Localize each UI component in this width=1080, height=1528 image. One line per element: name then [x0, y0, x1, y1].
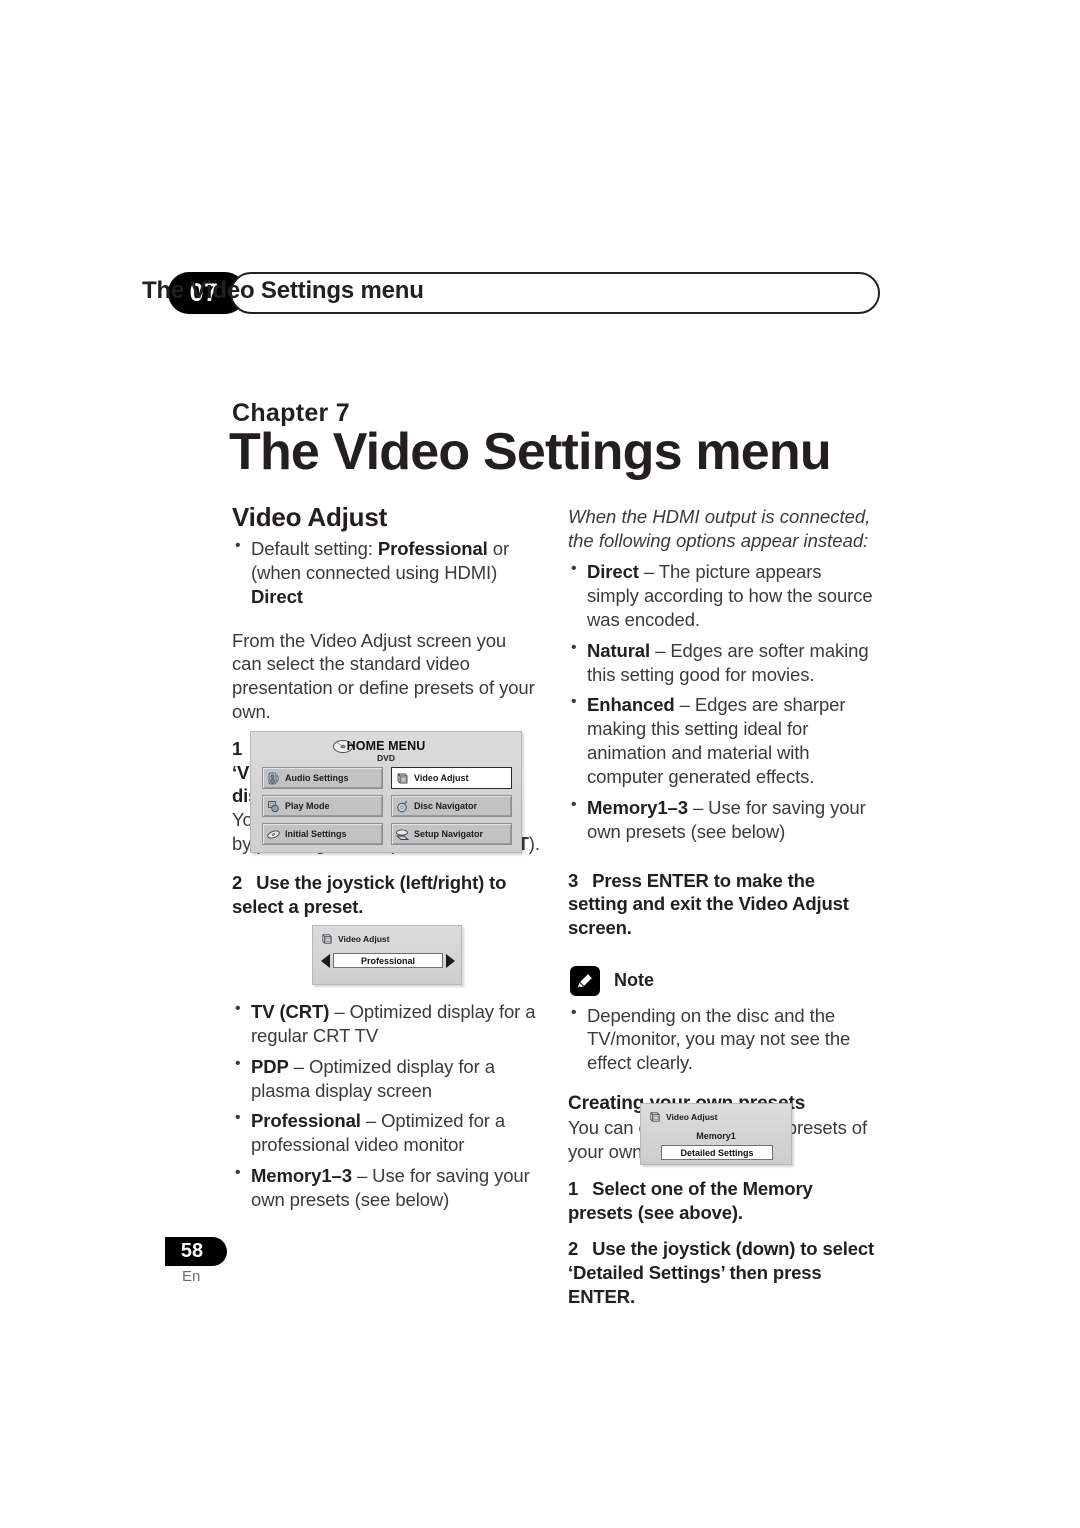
default-setting-lead: Default setting:	[251, 538, 373, 559]
arrow-right-icon[interactable]	[446, 953, 455, 968]
creating-step-2-number: 2	[568, 1238, 579, 1260]
list-item: Professional – Optimized for a professio…	[232, 1108, 540, 1157]
page-language: En	[182, 1268, 201, 1285]
page-title: The Video Settings menu	[229, 423, 832, 481]
osd-detailed-title: Video Adjust	[666, 1112, 718, 1122]
creating-step-1-number: 1	[568, 1177, 579, 1199]
osd-button-play-mode[interactable]: Play Mode	[262, 795, 383, 817]
list-item: PDP – Optimized display for a plasma dis…	[232, 1054, 540, 1103]
creating-step-2: 2 Use the joystick (down) to select ‘Deta…	[568, 1237, 876, 1308]
osd-button-label: Setup Navigator	[414, 829, 484, 839]
page-number-badge: 58	[165, 1237, 227, 1266]
osd-home-menu-title: HOME MENU	[346, 739, 426, 753]
hdmi-option-name: Direct	[587, 561, 639, 583]
osd-home-menu-grid: Audio Settings Video Adjust Play Mode Di…	[262, 767, 512, 845]
osd-detailed-settings-field[interactable]: Detailed Settings	[661, 1145, 773, 1160]
osd-home-menu-screenshot: HOME MENU DVD Audio Settings Video Adjus…	[250, 731, 522, 853]
osd-button-label: Audio Settings	[285, 773, 349, 783]
default-setting-bold-professional: Professional	[377, 538, 488, 559]
default-setting-bold-direct: Direct	[251, 585, 303, 607]
osd-video-adjust-screenshot: Video Adjust Professional	[312, 925, 462, 985]
osd-home-menu-subtitle: DVD	[377, 753, 395, 763]
step-2-number: 2	[232, 872, 243, 893]
list-item: Enhanced – Edges are sharper making this…	[568, 692, 876, 788]
step-3-text: Press ENTER to make the setting and exit…	[568, 869, 849, 938]
creating-step-2-text: Use the joystick (down) to select ‘Detai…	[568, 1238, 875, 1307]
osd-detailed-header: Video Adjust	[648, 1110, 717, 1124]
osd-video-adjust-header: Video Adjust	[320, 932, 389, 946]
osd-button-disc-navigator[interactable]: Disc Navigator	[391, 795, 512, 817]
video-adjust-intro: From the Video Adjust screen you can sel…	[232, 629, 535, 723]
osd-button-label: Video Adjust	[414, 773, 469, 783]
preset-name: PDP	[251, 1055, 289, 1077]
play-mode-icon	[266, 799, 281, 814]
osd-button-initial-settings[interactable]: Initial Settings	[262, 823, 383, 845]
disc-navigator-icon	[395, 799, 410, 814]
list-item: Memory1–3 – Use for saving your own pres…	[568, 795, 876, 844]
step-3: 3 Press ENTER to make the setting and exi…	[568, 869, 876, 940]
osd-preset-selector[interactable]: Professional	[321, 952, 455, 969]
osd-memory-label: Memory1	[696, 1131, 736, 1141]
osd-detailed-settings-screenshot: Video Adjust Memory1 Detailed Settings	[640, 1103, 792, 1165]
hdmi-intro: When the HDMI output is connected, the f…	[568, 506, 871, 552]
preset-list: TV (CRT) – Optimized display for a regul…	[232, 999, 540, 1212]
section-heading-video-adjust: Video Adjust	[232, 502, 388, 532]
disc-slant-icon	[266, 827, 281, 842]
osd-button-label: Play Mode	[285, 801, 330, 811]
document-page: 07 The Video Settings menu Chapter 7 The…	[0, 0, 1080, 1528]
hdmi-options-list: Direct – The picture appears simply acco…	[568, 559, 876, 844]
arrow-left-icon[interactable]	[321, 953, 330, 968]
osd-button-label: Initial Settings	[285, 829, 347, 839]
list-item: Natural – Edges are softer making this s…	[568, 638, 876, 687]
list-item: Direct – The picture appears simply acco…	[568, 559, 876, 632]
speaker-icon	[266, 771, 281, 786]
step-1-body-post: ).	[528, 832, 540, 854]
preset-name: Memory1–3	[251, 1165, 352, 1187]
video-screen-icon	[395, 771, 410, 786]
note-list: Depending on the disc and the TV/monitor…	[568, 1003, 876, 1076]
video-screen-icon	[648, 1110, 662, 1124]
list-item: Memory1–3 – Use for saving your own pres…	[232, 1163, 540, 1212]
list-item: Default setting: Professional or (when c…	[232, 536, 540, 609]
osd-button-setup-navigator[interactable]: Setup Navigator	[391, 823, 512, 845]
video-screen-icon	[320, 932, 334, 946]
osd-button-audio-settings[interactable]: Audio Settings	[262, 767, 383, 789]
preset-name: TV (CRT)	[251, 1001, 330, 1022]
creating-step-1: 1 Select one of the Memory presets (see a…	[568, 1177, 876, 1224]
hdmi-option-name: Memory1–3	[587, 796, 688, 818]
step-2-text: Use the joystick (left/right) to select …	[232, 872, 507, 917]
default-setting-list: Default setting: Professional or (when c…	[232, 536, 540, 609]
setup-nav-icon	[395, 827, 410, 842]
running-header-title: The Video Settings menu	[142, 277, 424, 304]
list-item: Depending on the disc and the TV/monitor…	[568, 1003, 876, 1076]
osd-preset-value[interactable]: Professional	[333, 953, 443, 968]
creating-step-1-text: Select one of the Memory presets (see ab…	[568, 1177, 813, 1223]
step-3-number: 3	[568, 869, 579, 891]
hdmi-option-name: Natural	[587, 639, 651, 661]
osd-button-label: Disc Navigator	[414, 801, 478, 811]
right-column: When the HDMI output is connected, the f…	[568, 505, 876, 1308]
hdmi-option-name: Enhanced	[587, 694, 675, 716]
note-header: Note	[570, 965, 876, 996]
left-column-presets: TV (CRT) – Optimized display for a regul…	[232, 999, 540, 1212]
left-column-step2: 2 Use the joystick (left/right) to select…	[232, 871, 540, 918]
step-2: 2 Use the joystick (left/right) to select…	[232, 871, 540, 918]
osd-video-adjust-title: Video Adjust	[338, 934, 390, 944]
pencil-icon	[570, 965, 600, 996]
note-label: Note	[614, 970, 654, 991]
osd-button-video-adjust[interactable]: Video Adjust	[391, 767, 512, 789]
list-item: TV (CRT) – Optimized display for a regul…	[232, 999, 540, 1048]
preset-name: Professional	[251, 1110, 361, 1132]
